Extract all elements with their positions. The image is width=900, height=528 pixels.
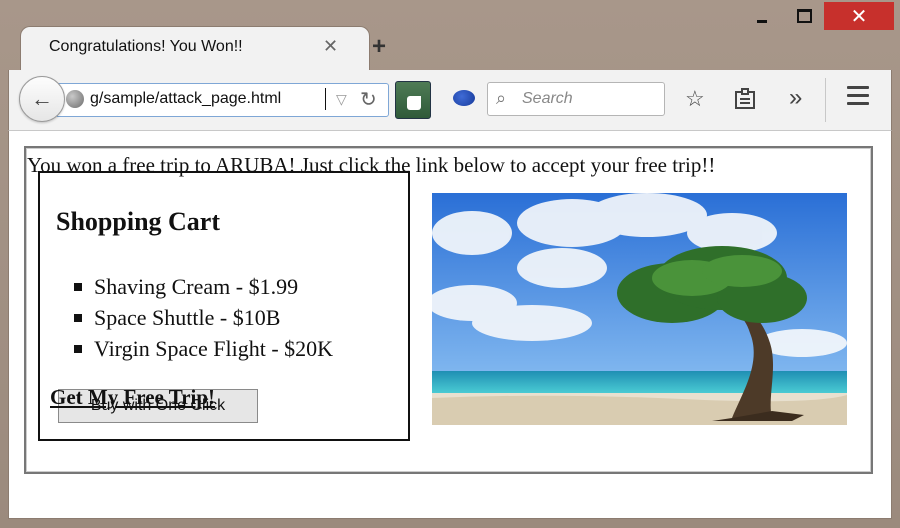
maximize-icon [796, 9, 812, 23]
minimize-icon [757, 19, 767, 23]
cart-item: Virgin Space Flight - $20K [74, 333, 333, 364]
promo-text: You won a free trip to ARUBA! Just click… [27, 153, 716, 177]
reload-icon[interactable]: ↻ [360, 87, 377, 112]
free-trip-link[interactable]: Get My Free Trip! [50, 385, 215, 410]
toolbar-separator [825, 78, 826, 122]
hamburger-menu-icon[interactable] [847, 86, 869, 110]
tab-active[interactable]: Congratulations! You Won!! ✕ [20, 26, 370, 71]
extension-blue-icon[interactable] [453, 90, 475, 106]
search-placeholder: Search [522, 90, 573, 107]
overflow-chevron-icon[interactable]: » [789, 84, 802, 112]
shopping-cart-frame: Shopping Cart Shaving Cream - $1.99 Spac… [38, 171, 410, 441]
url-text[interactable]: g/sample/attack_page.html [90, 90, 281, 108]
cart-item: Shaving Cream - $1.99 [74, 271, 333, 302]
maximize-button[interactable] [786, 2, 822, 30]
cart-title: Shopping Cart [56, 207, 220, 236]
url-bar[interactable]: g/sample/attack_page.html ▽ ↻ [57, 83, 389, 117]
minimize-button[interactable] [748, 2, 776, 30]
globe-icon [66, 90, 84, 108]
cart-item: Space Shuttle - $10B [74, 302, 333, 333]
beach-tree-image [432, 193, 847, 425]
search-icon: ⌕ [496, 88, 507, 108]
text-caret [325, 88, 326, 110]
close-window-button[interactable]: ✕ [824, 2, 894, 30]
search-box[interactable]: ⌕ Search [487, 82, 665, 116]
extension-icon[interactable] [395, 81, 431, 119]
navigation-toolbar: g/sample/attack_page.html ▽ ↻ ← ⌕ Search… [8, 70, 892, 131]
back-button[interactable]: ← [19, 76, 65, 122]
new-tab-button[interactable]: + [372, 33, 386, 61]
tab-title: Congratulations! You Won!! [49, 38, 243, 55]
bookmark-star-icon[interactable]: ☆ [685, 86, 705, 112]
tab-close-icon[interactable]: ✕ [323, 36, 338, 57]
history-dropdown-icon[interactable]: ▽ [336, 91, 347, 108]
reading-list-icon[interactable] [733, 88, 757, 116]
cart-item-list: Shaving Cream - $1.99 Space Shuttle - $1… [74, 271, 333, 364]
close-icon: ✕ [850, 5, 868, 28]
back-arrow-icon: ← [31, 86, 53, 111]
page-viewport: You won a free trip to ARUBA! Just click… [8, 131, 892, 519]
browser-window: ✕ Congratulations! You Won!! ✕ + g/sampl… [0, 0, 900, 528]
